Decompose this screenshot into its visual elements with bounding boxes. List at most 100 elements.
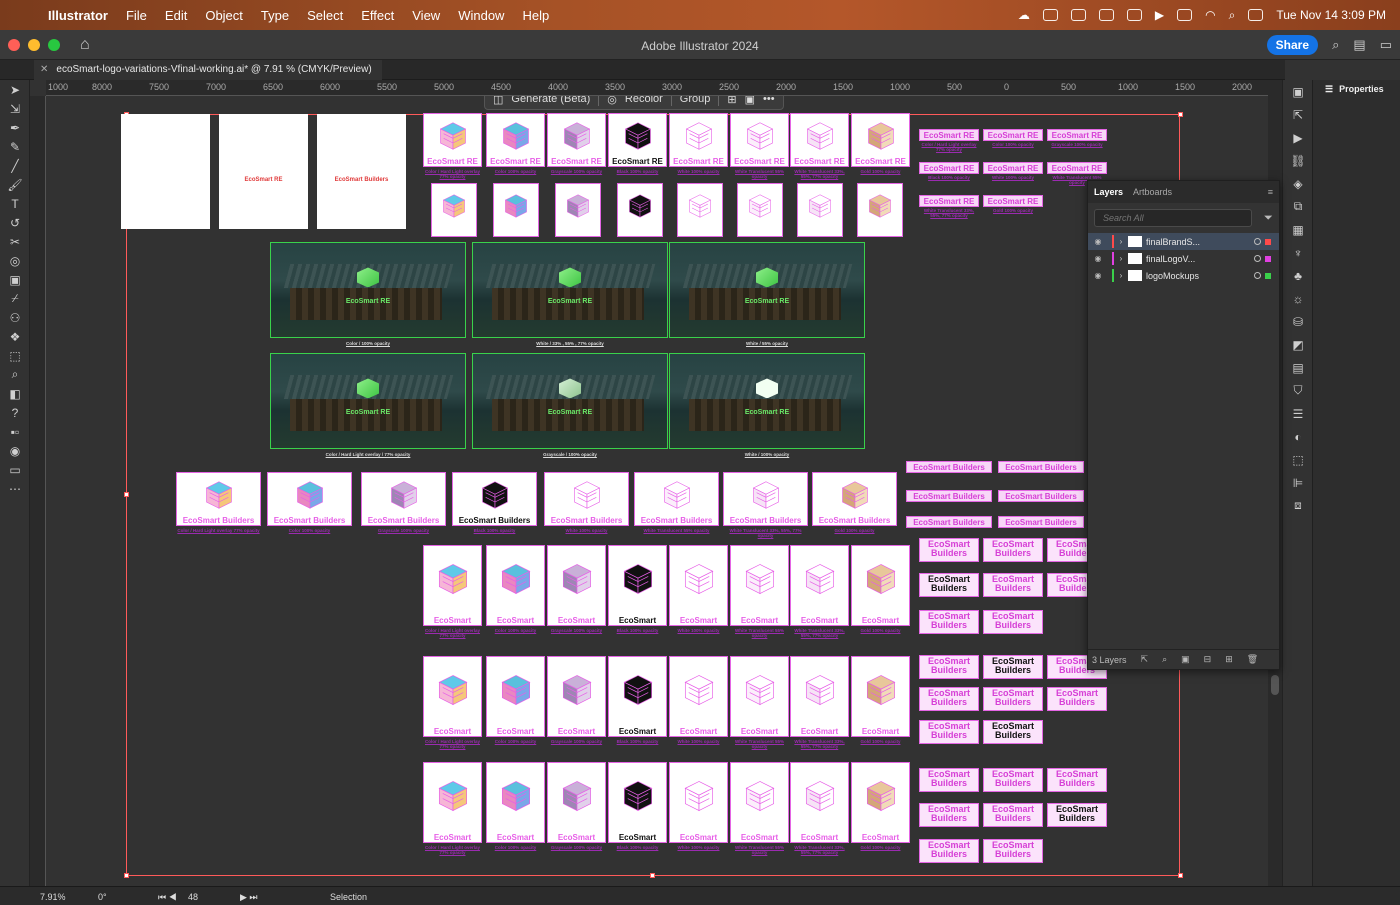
layer-name[interactable]: logoMockups (1146, 271, 1199, 281)
wordmark-artboard[interactable]: EcoSmart RE (919, 162, 979, 174)
close-window-button[interactable] (8, 38, 20, 51)
resize-handle[interactable] (1178, 112, 1183, 117)
logo-variation-artboard[interactable]: EcoSmart Builders (608, 545, 667, 626)
logo-variation-artboard[interactable]: EcoSmart RE (730, 113, 789, 167)
direct-selection-tool-icon[interactable]: ⇲ (0, 99, 30, 118)
swatches-icon[interactable]: ⛁ (1283, 310, 1313, 333)
layer-target-icon[interactable] (1254, 272, 1261, 279)
symbol-sprayer-tool-icon[interactable]: ❖ (0, 327, 30, 346)
align-panel-icon[interactable]: ⊫ (1283, 471, 1313, 494)
wordmark-artboard[interactable]: EcoSmart Builders (983, 803, 1043, 827)
stroke-icon[interactable]: ☰ (1283, 402, 1313, 425)
artboards-panel-icon[interactable]: ⧉ (1283, 195, 1313, 218)
visibility-eye-icon[interactable]: ◉ (1088, 237, 1108, 246)
brand-sheet-artboard[interactable]: EcoSmart Builders (317, 114, 406, 229)
drive-icon[interactable] (1070, 9, 1086, 21)
wordmark-artboard[interactable]: EcoSmart Builders (906, 490, 992, 502)
brand-sheet-artboard[interactable] (121, 114, 210, 229)
logo-variation-artboard[interactable]: EcoSmart Builders (669, 656, 728, 737)
wordmark-artboard[interactable]: EcoSmart RE (1047, 129, 1107, 141)
menu-edit[interactable]: Edit (165, 8, 187, 23)
locate-object-icon[interactable]: ⌕ (1162, 654, 1167, 665)
mockup-artboard[interactable]: EcoSmart RE (472, 353, 668, 449)
recolor-button[interactable]: Recolor (625, 96, 663, 105)
mockup-artboard[interactable]: EcoSmart RE (669, 242, 865, 338)
mockup-artboard[interactable]: EcoSmart RE (270, 242, 466, 338)
wordmark-artboard[interactable]: EcoSmart RE (1047, 162, 1107, 174)
wordmark-artboard[interactable]: EcoSmart Builders (919, 839, 979, 863)
logo-variation-artboard[interactable]: EcoSmart Builders (608, 762, 667, 843)
wordmark-artboard[interactable]: EcoSmart Builders (1047, 687, 1107, 711)
battery-icon[interactable] (1177, 9, 1193, 21)
wordmark-artboard[interactable]: EcoSmart RE (919, 195, 979, 207)
clipping-mask-icon[interactable]: ▣ (1181, 654, 1190, 665)
close-tab-icon[interactable]: ✕ (40, 64, 48, 75)
panel-toggle-icon[interactable]: ▭ (1380, 37, 1392, 53)
wordmark-artboard[interactable]: EcoSmart Builders (983, 768, 1043, 792)
blend-tool-icon[interactable]: ⚇ (0, 308, 30, 327)
shape-builder-tool-icon[interactable]: ◎ (0, 251, 30, 270)
creative-cloud-icon[interactable] (1042, 9, 1058, 21)
layer-selection-square[interactable] (1265, 272, 1271, 279)
lock-icon[interactable]: ▣ (745, 96, 755, 106)
scissors-tool-icon[interactable]: ✂ (0, 232, 30, 251)
artboard-tool-icon[interactable]: ⬚ (0, 346, 30, 365)
visibility-eye-icon[interactable]: ◉ (1088, 254, 1108, 263)
minimize-window-button[interactable] (28, 38, 40, 51)
brushes-icon[interactable]: ♆ (1283, 241, 1313, 264)
export-icon[interactable]: ⇱ (1283, 103, 1313, 126)
properties-panel-icon[interactable]: ▣ (1283, 80, 1313, 103)
mockup-artboard[interactable]: EcoSmart RE (669, 353, 865, 449)
logo-variation-artboard[interactable]: EcoSmart Builders (851, 762, 910, 843)
layer-selection-square[interactable] (1265, 255, 1271, 262)
logo-variation-artboard[interactable] (737, 183, 783, 237)
wordmark-artboard[interactable]: EcoSmart Builders (998, 461, 1084, 473)
layer-target-icon[interactable] (1254, 255, 1261, 262)
logo-variation-artboard[interactable]: EcoSmart RE (486, 113, 545, 167)
wordmark-artboard[interactable]: EcoSmart Builders (919, 655, 979, 679)
logo-variation-artboard[interactable]: EcoSmart Builders (423, 762, 482, 843)
new-sublayer-icon[interactable]: ⊟ (1204, 654, 1212, 665)
logo-variation-artboard[interactable]: EcoSmart Builders (176, 472, 261, 526)
appearance-icon[interactable]: ⛉ (1283, 379, 1313, 402)
layer-row[interactable]: ◉ › finalLogoV... (1088, 250, 1279, 267)
logo-variation-artboard[interactable]: EcoSmart RE (790, 113, 849, 167)
resize-handle[interactable] (124, 873, 129, 878)
logo-variation-artboard[interactable]: EcoSmart RE (669, 113, 728, 167)
logo-variation-artboard[interactable]: EcoSmart Builders (452, 472, 537, 526)
properties-header[interactable]: ☰ Properties (1313, 80, 1400, 98)
wordmark-artboard[interactable]: EcoSmart Builders (998, 490, 1084, 502)
tab-layers[interactable]: Layers (1094, 187, 1123, 197)
logo-variation-artboard[interactable]: EcoSmart Builders (361, 472, 446, 526)
wordmark-artboard[interactable]: EcoSmart Builders (1047, 768, 1107, 792)
menu-window[interactable]: Window (458, 8, 504, 23)
logo-variation-artboard[interactable]: EcoSmart Builders (851, 545, 910, 626)
pathfinder-icon[interactable]: ⧈ (1283, 494, 1313, 517)
logo-variation-artboard[interactable]: EcoSmart Builders (790, 656, 849, 737)
layer-row[interactable]: ◉ › logoMockups (1088, 267, 1279, 284)
logo-variation-artboard[interactable]: EcoSmart Builders (547, 762, 606, 843)
rotation-value[interactable]: 0° (98, 892, 107, 902)
menu-select[interactable]: Select (307, 8, 343, 23)
wordmark-artboard[interactable]: EcoSmart Builders (906, 461, 992, 473)
layer-name[interactable]: finalBrandS... (1146, 237, 1200, 247)
line-tool-icon[interactable]: ╱ (0, 156, 30, 175)
workspace-icon[interactable]: ▤ (1353, 37, 1365, 53)
logo-variation-artboard[interactable]: EcoSmart Builders (608, 656, 667, 737)
selection-tool-icon[interactable]: ➤ (0, 80, 30, 99)
wordmark-artboard[interactable]: EcoSmart Builders (983, 573, 1043, 597)
resize-handle[interactable] (650, 873, 655, 878)
logo-variation-artboard[interactable]: EcoSmart Builders (730, 656, 789, 737)
symbols-icon[interactable]: ♣ (1283, 264, 1313, 287)
logo-variation-artboard[interactable] (617, 183, 663, 237)
last-artboard-icon[interactable]: ▶ ⏭ (240, 892, 258, 903)
wordmark-artboard[interactable]: EcoSmart Builders (983, 538, 1043, 562)
mockup-artboard[interactable]: EcoSmart RE (270, 353, 466, 449)
paintbrush-tool-icon[interactable]: 🖌 (0, 175, 30, 194)
wordmark-artboard[interactable]: EcoSmart Builders (983, 687, 1043, 711)
transparency-icon[interactable]: ◩ (1283, 333, 1313, 356)
logo-variation-artboard[interactable]: EcoSmart Builders (423, 545, 482, 626)
control-center-icon[interactable] (1248, 9, 1264, 21)
layer-selection-square[interactable] (1265, 238, 1271, 245)
resize-handle[interactable] (1178, 873, 1183, 878)
